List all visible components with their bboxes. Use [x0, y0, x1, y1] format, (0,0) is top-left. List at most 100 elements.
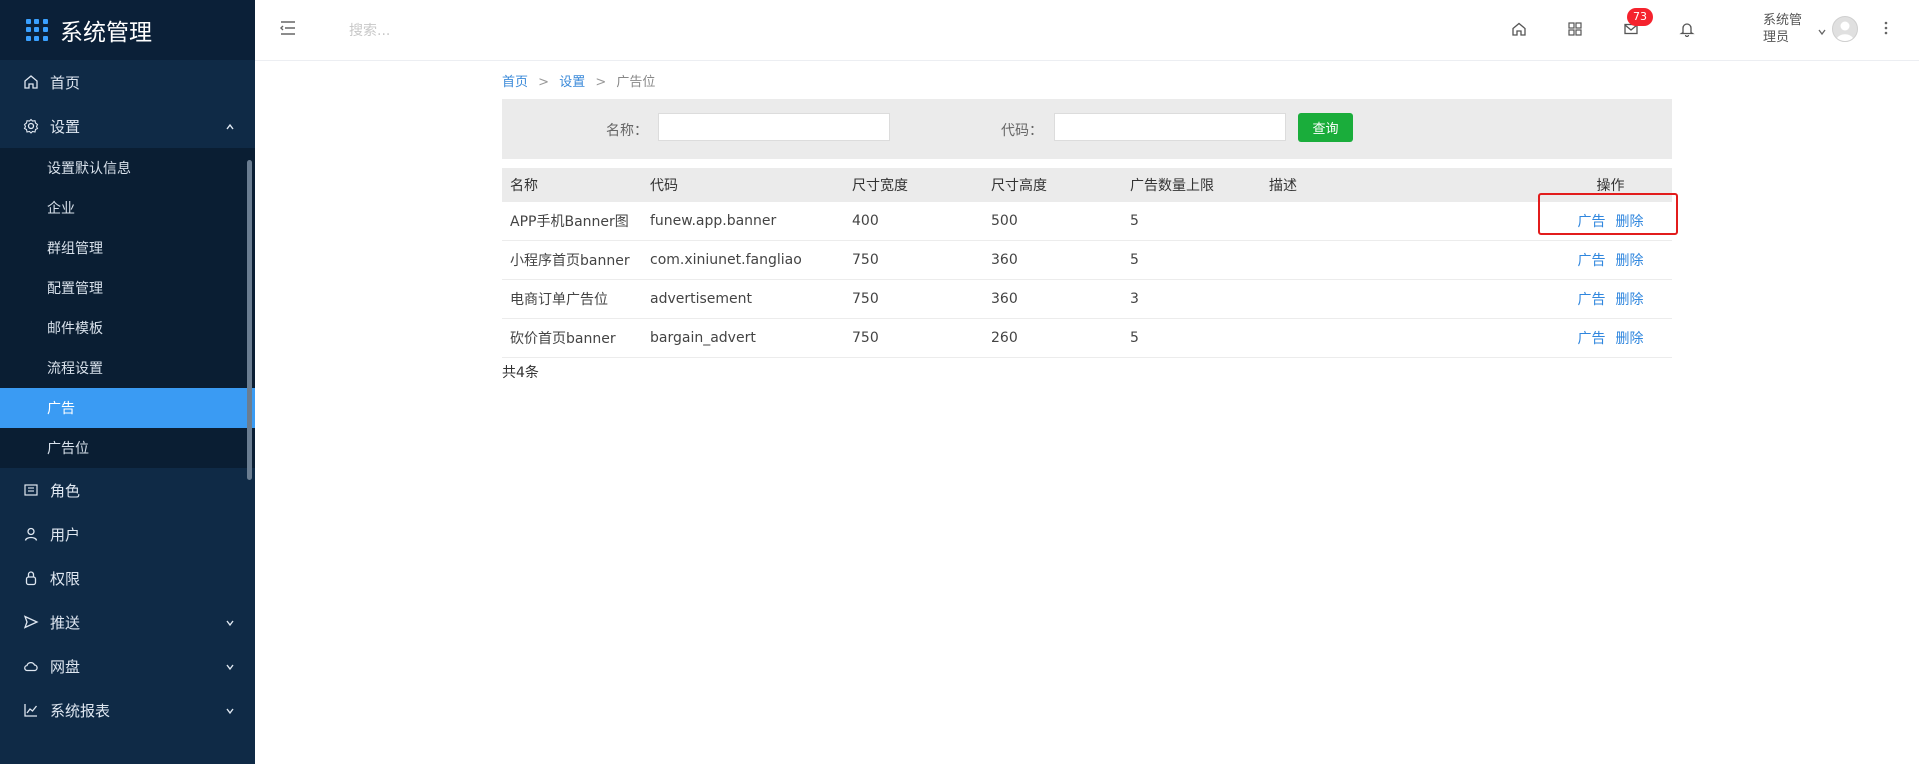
- cell-limit: 5: [1122, 240, 1261, 280]
- settings-submenu: 设置默认信息 企业 群组管理 配置管理 邮件模板 流程设置 广告 广告位: [0, 148, 255, 468]
- brand: 系统管理: [0, 0, 255, 60]
- chevron-down-icon: [225, 658, 235, 676]
- cell-height: 360: [983, 240, 1122, 280]
- sidebar-item-roles[interactable]: 角色: [0, 468, 255, 512]
- chevron-up-icon: [225, 118, 235, 136]
- main-content: 首页 > 设置 > 广告位 名称： 代码： 查询 名称 代码 尺寸宽度 尺寸高度…: [502, 60, 1672, 382]
- sidebar-item-label: 系统报表: [50, 701, 111, 720]
- submenu-item-config[interactable]: 配置管理: [0, 268, 255, 308]
- submenu-item-label: 企业: [47, 201, 75, 217]
- cell-width: 750: [844, 318, 983, 358]
- table-row: 电商订单广告位 advertisement 750 360 3 广告 删除: [502, 279, 1672, 319]
- cell-width: 750: [844, 279, 983, 319]
- submenu-item-mail-template[interactable]: 邮件模板: [0, 308, 255, 348]
- search-input[interactable]: [347, 20, 551, 42]
- chevron-down-icon[interactable]: [1817, 22, 1827, 41]
- sidebar-item-permissions[interactable]: 权限: [0, 556, 255, 600]
- sidebar-menu-lower: 角色 用户 权限 推送 网盘 系统报表: [0, 468, 255, 732]
- home-icon: [22, 73, 40, 91]
- home-icon[interactable]: [1508, 18, 1530, 40]
- sidebar-item-label: 首页: [50, 73, 81, 92]
- chevron-down-icon: [225, 702, 235, 720]
- top-header: 73 系统管理员: [255, 0, 1919, 61]
- chevron-down-icon: [225, 614, 235, 632]
- name-label: 名称：: [606, 123, 648, 139]
- ad-link[interactable]: 广告: [1578, 253, 1606, 269]
- cell-desc: [1261, 202, 1550, 241]
- table-row: 砍价首页banner bargain_advert 750 260 5 广告 删除: [502, 318, 1672, 358]
- code-label: 代码：: [1001, 123, 1043, 139]
- submenu-item-label: 广告位: [47, 441, 89, 457]
- column-header: 名称: [510, 178, 538, 194]
- sidebar-item-label: 网盘: [50, 657, 81, 676]
- sidebar-item-label: 设置: [50, 117, 81, 136]
- sidebar-item-label: 用户: [50, 525, 81, 544]
- cell-desc: [1261, 240, 1550, 280]
- cell-code: com.xiniunet.fangliao: [642, 240, 844, 280]
- ad-link[interactable]: 广告: [1578, 331, 1606, 347]
- breadcrumb-separator: >: [538, 75, 550, 90]
- role-icon: [22, 481, 40, 499]
- delete-link[interactable]: 删除: [1616, 292, 1644, 308]
- more-vertical-icon[interactable]: [1883, 20, 1889, 40]
- query-button[interactable]: 查询: [1298, 113, 1353, 142]
- chart-icon: [22, 701, 40, 719]
- submenu-item-ad-positions[interactable]: 广告位: [0, 428, 255, 468]
- cell-desc: [1261, 318, 1550, 358]
- ad-position-table: 名称 代码 尺寸宽度 尺寸高度 广告数量上限 描述 操作 APP手机Banner…: [502, 168, 1672, 358]
- table-header-row: 名称 代码 尺寸宽度 尺寸高度 广告数量上限 描述 操作: [502, 168, 1672, 202]
- submenu-item-enterprise[interactable]: 企业: [0, 188, 255, 228]
- cloud-icon: [22, 657, 40, 675]
- cell-name: APP手机Banner图: [502, 202, 642, 241]
- gear-icon: [22, 117, 40, 135]
- bell-icon[interactable]: [1676, 18, 1698, 40]
- column-header: 尺寸宽度: [852, 178, 908, 194]
- name-input[interactable]: [658, 113, 890, 141]
- breadcrumb-home[interactable]: 首页: [502, 75, 528, 90]
- submenu-item-label: 广告: [47, 401, 75, 417]
- menu-toggle-icon[interactable]: [278, 18, 298, 42]
- user-name[interactable]: 系统管理员: [1763, 12, 1811, 46]
- breadcrumb-current: 广告位: [616, 75, 656, 90]
- cell-width: 400: [844, 202, 983, 241]
- sidebar-item-label: 权限: [50, 569, 81, 588]
- highlight-box: [1538, 193, 1678, 235]
- sidebar-item-settings[interactable]: 设置: [0, 104, 255, 148]
- delete-link[interactable]: 删除: [1616, 253, 1644, 269]
- cell-code: bargain_advert: [642, 318, 844, 358]
- delete-link[interactable]: 删除: [1616, 331, 1644, 347]
- sidebar-item-cloud-drive[interactable]: 网盘: [0, 644, 255, 688]
- submenu-item-groups[interactable]: 群组管理: [0, 228, 255, 268]
- sidebar-item-label: 角色: [50, 481, 81, 500]
- filter-panel: 名称： 代码： 查询: [502, 99, 1672, 159]
- submenu-item-label: 流程设置: [47, 361, 103, 377]
- cell-name: 砍价首页banner: [502, 318, 642, 358]
- sidebar-item-label: 推送: [50, 613, 81, 632]
- submenu-item-label: 邮件模板: [47, 321, 103, 337]
- sidebar-item-home[interactable]: 首页: [0, 60, 255, 104]
- sidebar-item-users[interactable]: 用户: [0, 512, 255, 556]
- submenu-item-default-info[interactable]: 设置默认信息: [0, 148, 255, 188]
- cell-height: 500: [983, 202, 1122, 241]
- app-title: 系统管理: [60, 20, 152, 46]
- column-header: 广告数量上限: [1130, 178, 1214, 194]
- breadcrumb-settings[interactable]: 设置: [559, 75, 585, 90]
- submenu-item-workflow[interactable]: 流程设置: [0, 348, 255, 388]
- sidebar-scrollbar[interactable]: [247, 160, 252, 480]
- submenu-item-ads[interactable]: 广告: [0, 388, 255, 428]
- ad-link[interactable]: 广告: [1578, 292, 1606, 308]
- mail-count-badge: 73: [1627, 8, 1653, 26]
- sidebar-item-reports[interactable]: 系统报表: [0, 688, 255, 732]
- cell-name: 小程序首页banner: [502, 240, 642, 280]
- avatar[interactable]: [1832, 16, 1858, 42]
- apps-icon[interactable]: [1564, 18, 1586, 40]
- sidebar-menu: 首页 设置: [0, 60, 255, 148]
- submenu-item-label: 群组管理: [47, 241, 103, 257]
- table-row: 小程序首页banner com.xiniunet.fangliao 750 36…: [502, 240, 1672, 280]
- breadcrumb-separator: >: [595, 75, 607, 90]
- sidebar-item-push[interactable]: 推送: [0, 600, 255, 644]
- grid-logo-icon: [26, 19, 48, 41]
- cell-height: 260: [983, 318, 1122, 358]
- code-input[interactable]: [1054, 113, 1286, 141]
- cell-name: 电商订单广告位: [502, 279, 642, 319]
